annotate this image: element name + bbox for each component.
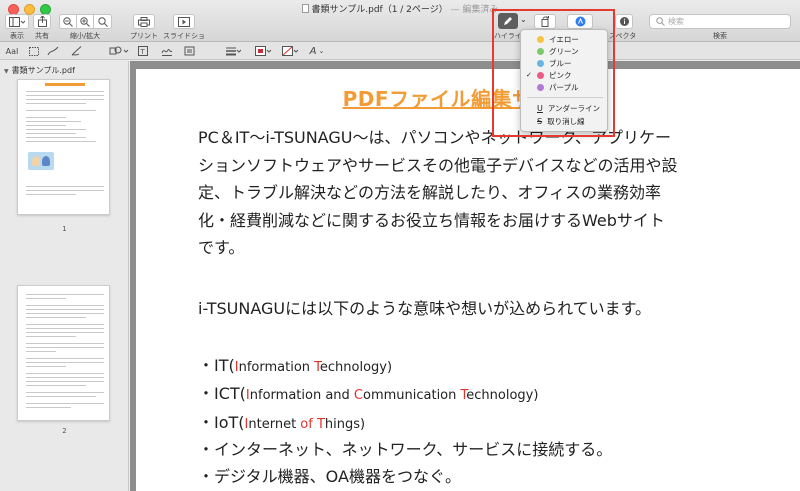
acronym-letter: C <box>353 388 363 403</box>
bullet-text: echnology) <box>466 388 539 403</box>
play-icon <box>178 16 190 27</box>
print-button[interactable] <box>133 14 155 29</box>
bullet-text: nformation <box>238 360 315 375</box>
info-icon <box>619 17 629 26</box>
zoom-out-button[interactable] <box>60 15 77 28</box>
markup-toolbar: AaI T A ⌄ <box>0 42 800 60</box>
bullet-text: nformation and <box>249 388 354 403</box>
sidebar-file-name: 書類サンプル.pdf <box>11 66 75 75</box>
document-title: PDFファイル編集サンプル <box>342 87 594 111</box>
zoom-label: 縮小/拡大 <box>69 32 101 40</box>
bullet-text: nternet <box>248 417 301 432</box>
text-selection-icon[interactable]: AaI <box>4 45 20 57</box>
pdf-page[interactable]: PDFファイル編集サンプル PC＆IT〜i-TSUNAGU〜は、パソコンやネット… <box>136 69 800 491</box>
search-icon <box>656 17 665 26</box>
page-thumbnail-2[interactable] <box>17 285 110 421</box>
window-title-text: 書類サンプル.pdf（1 / 2ページ） <box>311 5 448 15</box>
bullet-iot: ・IoT(Internet of Things) <box>198 409 365 433</box>
sketch-icon[interactable] <box>46 45 60 57</box>
view-menu-button[interactable] <box>5 14 29 29</box>
bullet-it: ・IT(Information Technology) <box>198 352 392 376</box>
paragraph-line: です。 <box>198 238 245 257</box>
bullet-prefix: ・IT( <box>198 356 235 375</box>
search-placeholder: 検索 <box>668 17 684 26</box>
zoom-in-icon <box>80 16 90 27</box>
bullet-ict: ・ICT(Information and Communication Techn… <box>198 380 538 404</box>
bullet-devices: ・デジタル機器、OA機器をつなぐ。 <box>198 467 461 486</box>
preview-window: 書類サンプル.pdf（1 / 2ページ） — 編集済み 表示 共有 縮小/拡大 … <box>0 0 800 491</box>
inspector-button[interactable] <box>615 14 633 29</box>
sidebar-icon <box>9 16 25 27</box>
page-thumbnail-1[interactable] <box>17 79 110 215</box>
inspector-label: スペクタ <box>609 32 637 40</box>
search-field[interactable]: 検索 <box>649 14 791 29</box>
acronym-letter: of <box>300 417 313 432</box>
document-icon <box>301 4 309 13</box>
paragraph-line: 定、トラブル解決などの方法を解説したり、オフィスの業務効率 <box>198 183 662 202</box>
bullet-text: ommunication <box>362 388 461 403</box>
zoom-control <box>59 14 112 29</box>
zoom-fit-icon <box>97 16 108 27</box>
print-label: プリント <box>130 32 158 40</box>
sidebar-file-header[interactable]: ▼ 書類サンプル.pdf <box>4 65 75 76</box>
zoom-out-icon <box>63 16 73 27</box>
actual-size-button[interactable] <box>94 15 111 28</box>
fill-color-icon[interactable] <box>281 45 301 57</box>
share-label: 共有 <box>35 32 49 40</box>
meaning-paragraph: i-TSUNAGUには以下のような意味や想いが込められています。 <box>198 299 652 318</box>
bullet-prefix: ・IoT( <box>198 413 245 432</box>
text-box-icon[interactable]: T <box>137 45 149 57</box>
draw-icon[interactable] <box>70 45 84 57</box>
svg-text:T: T <box>140 48 146 56</box>
line-style-icon[interactable] <box>224 45 242 57</box>
search-label: 検索 <box>713 32 727 40</box>
share-icon <box>37 16 47 27</box>
annotation-highlight-box <box>492 9 615 137</box>
slideshow-button[interactable] <box>173 14 195 29</box>
bullet-text: echnology) <box>319 360 393 375</box>
thumbnail-page-number: 1 <box>62 225 67 233</box>
toolbar: 書類サンプル.pdf（1 / 2ページ） — 編集済み 表示 共有 縮小/拡大 … <box>0 0 800 50</box>
note-icon[interactable] <box>183 45 197 57</box>
paragraph-line: 化・経費削減などに関するお役立ち情報をお届けするWebサイト <box>198 210 665 230</box>
printer-icon <box>138 16 150 27</box>
rect-selection-icon[interactable] <box>28 45 40 57</box>
document-view[interactable]: PDFファイル編集サンプル PC＆IT〜i-TSUNAGU〜は、パソコンやネット… <box>130 61 800 491</box>
acronym-letter: T <box>316 417 325 432</box>
intro-paragraph: PC＆IT〜i-TSUNAGU〜は、パソコンやネットワーク、アプリケー ションソ… <box>198 124 678 262</box>
border-color-icon[interactable] <box>254 45 274 57</box>
zoom-in-button[interactable] <box>77 15 94 28</box>
shapes-icon[interactable] <box>108 45 130 57</box>
share-button[interactable] <box>33 14 51 29</box>
paragraph-line: ションソフトウェアやサービスその他電子デバイスなどの活用や設 <box>198 155 678 175</box>
thumbnail-sidebar: ▼ 書類サンプル.pdf 1 2 <box>0 61 129 491</box>
sign-icon[interactable] <box>160 45 174 57</box>
bullet-text: hings) <box>324 417 366 432</box>
bullet-internet: ・インターネット、ネットワーク、サービスに接続する。 <box>198 440 613 459</box>
text-style-icon[interactable]: A ⌄ <box>307 45 327 57</box>
thumbnail-title <box>45 83 85 86</box>
bullet-prefix: ・ICT( <box>198 384 246 403</box>
disclosure-triangle-icon[interactable]: ▼ <box>4 68 9 75</box>
view-label: 表示 <box>10 32 24 40</box>
thumbnail-page-number: 2 <box>62 427 67 435</box>
